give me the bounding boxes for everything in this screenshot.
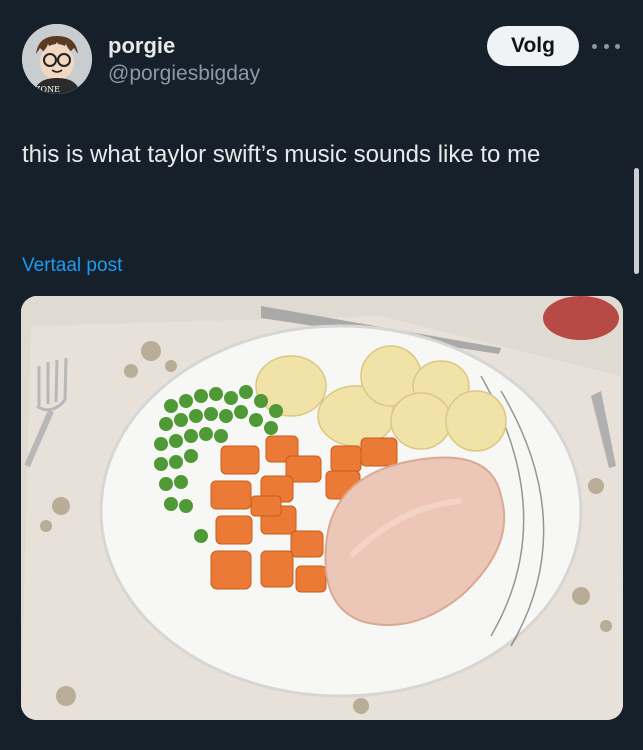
translate-link[interactable]: Vertaal post — [22, 255, 122, 277]
more-dot — [615, 43, 620, 49]
food-plate-image — [21, 296, 623, 720]
avatar-label: ZONE — [35, 85, 60, 94]
post-media-photo[interactable] — [21, 296, 623, 720]
avatar[interactable]: ZONE — [22, 24, 92, 94]
user-handle[interactable]: @porgiesbigday — [108, 62, 260, 86]
avatar-illustration: ZONE — [22, 24, 92, 94]
display-name[interactable]: porgie — [108, 33, 175, 59]
follow-button[interactable]: Volg — [487, 26, 579, 66]
more-dot — [603, 43, 609, 49]
scrollbar[interactable] — [634, 168, 639, 274]
more-horizontal-icon[interactable] — [592, 36, 620, 56]
post: ZONE porgie @porgiesbigday Volg this is … — [0, 0, 643, 750]
post-text: this is what taylor swift’s music sounds… — [22, 141, 541, 168]
more-dot — [592, 43, 597, 49]
